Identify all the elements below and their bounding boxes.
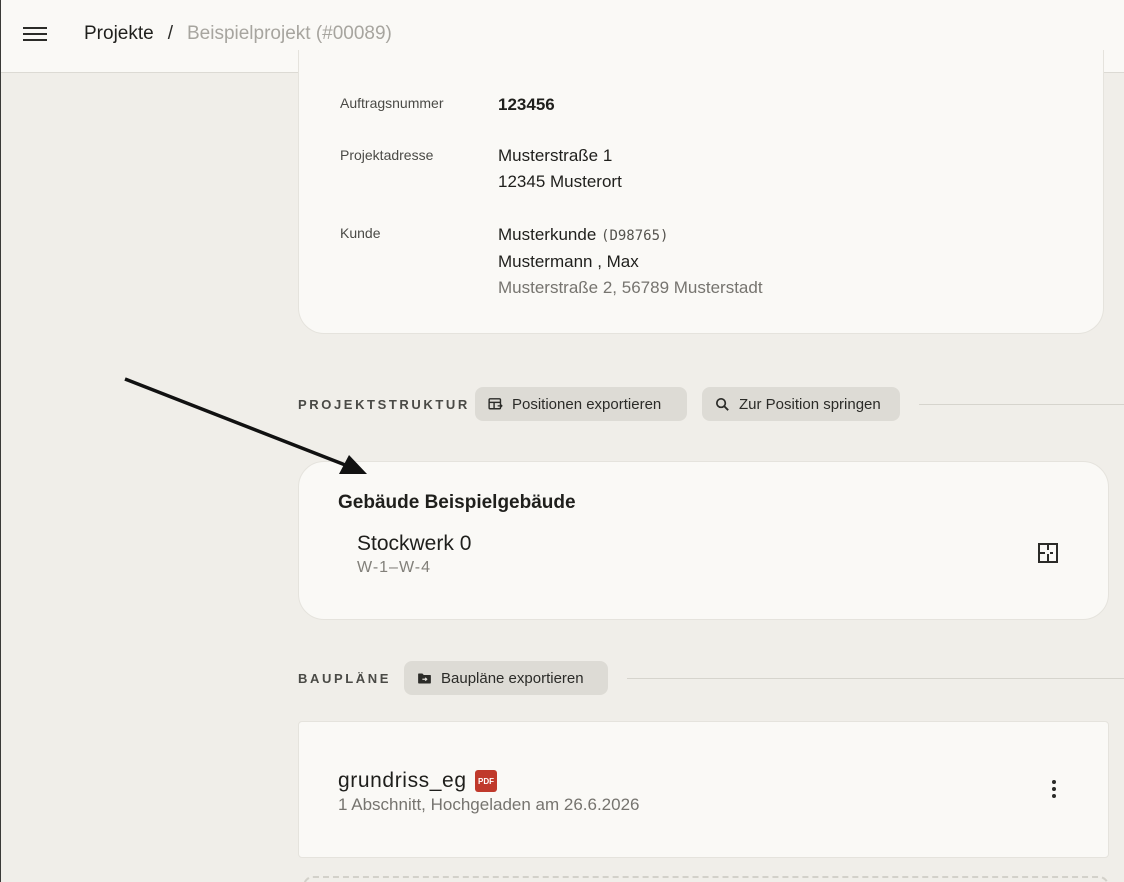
breadcrumb-separator: / [167, 23, 173, 44]
floorplan-icon[interactable] [1037, 542, 1059, 564]
customer-value: Musterkunde (D98765) Mustermann , Max Mu… [498, 222, 763, 301]
upload-dropzone[interactable] [303, 876, 1109, 882]
floor-title[interactable]: Stockwerk 0 [357, 532, 471, 556]
project-address-value: Musterstraße 1 12345 Musterort [498, 143, 622, 195]
plan-file-name: grundriss_eg [338, 769, 467, 792]
jump-to-position-button[interactable]: Zur Position springen [702, 387, 900, 421]
order-number-value: 123456 [498, 95, 555, 114]
table-export-icon [488, 397, 503, 409]
customer-contact: Mustermann , Max [498, 252, 639, 271]
customer-id: (D98765) [601, 228, 669, 244]
building-card: Gebäude Beispielgebäude Stockwerk 0 W-1–… [298, 461, 1109, 620]
floor-range: W-1–W-4 [357, 559, 431, 576]
hamburger-menu-icon[interactable] [23, 24, 47, 44]
breadcrumb-current-project: Beispielprojekt (#00089) [186, 23, 392, 44]
address-line-1: Musterstraße 1 [498, 146, 613, 165]
export-positions-label: Positionen exportieren [512, 395, 662, 413]
project-address-label: Projektadresse [340, 147, 434, 163]
building-title: Gebäude Beispielgebäude [338, 492, 576, 513]
address-line-2: 12345 Musterort [498, 172, 622, 191]
plan-card[interactable]: grundriss_eg PDF 1 Abschnitt, Hochgelade… [298, 721, 1109, 858]
plans-divider [627, 678, 1124, 679]
folder-export-icon [418, 673, 431, 683]
export-positions-button[interactable]: Positionen exportieren [475, 387, 687, 421]
export-plans-button[interactable]: Baupläne exportieren [404, 661, 608, 695]
plans-heading: BAUPLÄNE [298, 671, 392, 686]
customer-name: Musterkunde [498, 225, 597, 244]
project-info-card: Auftragsnummer 123456 Projektadresse Mus… [298, 50, 1104, 334]
plan-file-meta: 1 Abschnitt, Hochgeladen am 26.6.2026 [338, 795, 640, 814]
project-structure-heading: PROJEKTSTRUKTUR [298, 397, 470, 412]
export-plans-label: Baupläne exportieren [441, 669, 584, 687]
breadcrumb-projects-link[interactable]: Projekte [84, 23, 154, 45]
structure-divider [919, 404, 1124, 405]
customer-address: Musterstraße 2, 56789 Musterstadt [498, 278, 763, 297]
customer-label: Kunde [340, 225, 381, 241]
pdf-icon: PDF [475, 770, 497, 792]
more-vert-icon[interactable] [1049, 780, 1059, 800]
jump-to-position-label: Zur Position springen [739, 395, 881, 413]
breadcrumb: Projekte / Beispielprojekt (#00089) [84, 23, 392, 45]
order-number-label: Auftragsnummer [340, 95, 444, 111]
search-icon [715, 397, 729, 411]
